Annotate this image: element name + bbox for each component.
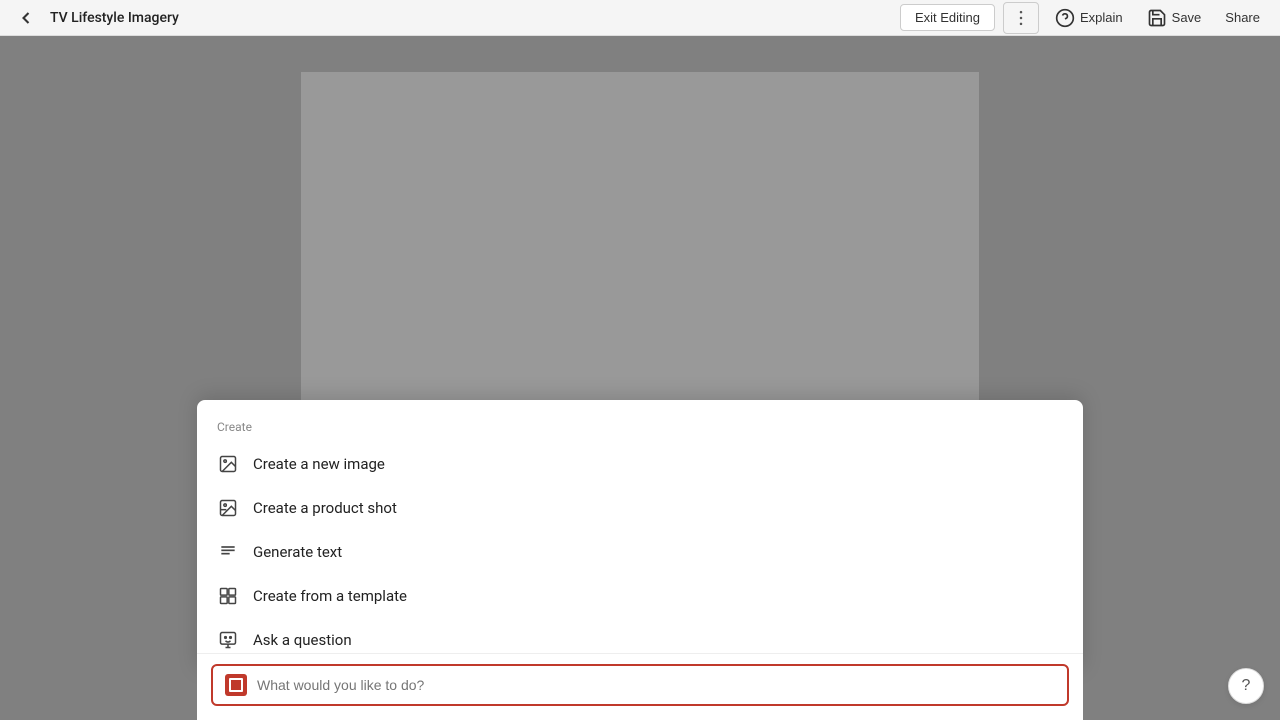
back-button[interactable] xyxy=(12,4,40,32)
input-ai-icon xyxy=(225,674,247,696)
input-bar xyxy=(211,664,1069,706)
more-options-button[interactable] xyxy=(1003,2,1039,34)
save-button[interactable]: Save xyxy=(1139,4,1210,32)
template-icon xyxy=(217,585,239,607)
product-icon xyxy=(217,497,239,519)
create-from-template-item[interactable]: Create from a template xyxy=(197,574,1083,618)
create-new-image-label: Create a new image xyxy=(253,455,385,473)
create-new-image-item[interactable]: Create a new image xyxy=(197,442,1083,486)
share-button[interactable]: Share xyxy=(1217,6,1268,29)
text-lines-icon xyxy=(217,541,239,563)
exit-editing-button[interactable]: Exit Editing xyxy=(900,4,995,31)
app-header: TV Lifestyle Imagery Exit Editing Explai… xyxy=(0,0,1280,36)
generate-text-label: Generate text xyxy=(253,543,342,561)
ask-question-label: Ask a question xyxy=(253,631,352,649)
create-panel: Create Create a new image Create a produ… xyxy=(197,400,1083,672)
input-bar-container xyxy=(197,653,1083,720)
question-icon xyxy=(217,629,239,651)
save-label: Save xyxy=(1172,10,1202,25)
image-icon xyxy=(217,453,239,475)
create-section-label: Create xyxy=(197,420,1083,442)
explain-label: Explain xyxy=(1080,10,1123,25)
create-from-template-label: Create from a template xyxy=(253,587,407,605)
help-button[interactable]: ? xyxy=(1228,668,1264,704)
create-product-shot-label: Create a product shot xyxy=(253,499,397,517)
help-icon: ? xyxy=(1242,677,1251,695)
header-right: Exit Editing Explain Save Share xyxy=(900,2,1268,34)
header-left: TV Lifestyle Imagery xyxy=(12,4,900,32)
prompt-input[interactable] xyxy=(257,677,1055,693)
generate-text-item[interactable]: Generate text xyxy=(197,530,1083,574)
explain-button[interactable]: Explain xyxy=(1047,4,1131,32)
create-product-shot-item[interactable]: Create a product shot xyxy=(197,486,1083,530)
page-title: TV Lifestyle Imagery xyxy=(50,10,179,26)
